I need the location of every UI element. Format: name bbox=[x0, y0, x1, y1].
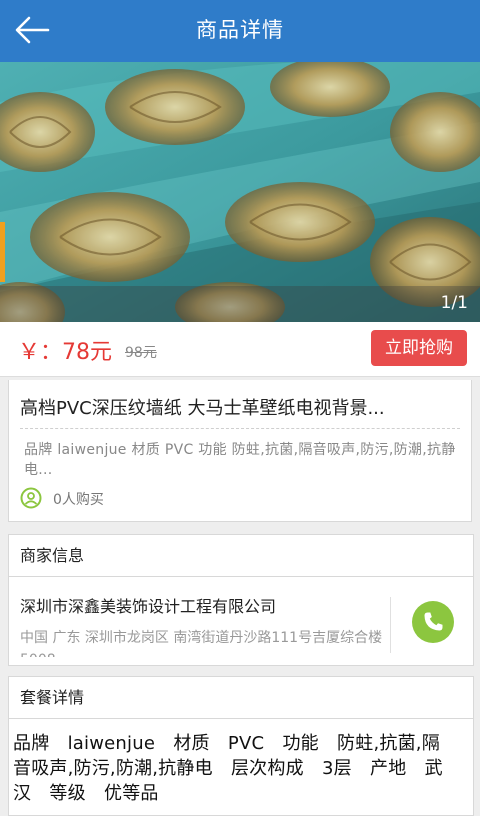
merchant-section-heading: 商家信息 bbox=[9, 535, 473, 577]
merchant-address: 中国 广东 深圳市龙岗区 南湾街道丹沙路111号吉厦综合楼5008 bbox=[20, 630, 383, 657]
merchant-info-card: 商家信息 深圳市深鑫美装饰设计工程有限公司 中国 广东 深圳市龙岗区 南湾街道丹… bbox=[8, 534, 474, 666]
carousel-indicator: 1/1 bbox=[0, 286, 480, 322]
user-icon bbox=[20, 487, 42, 509]
buy-now-button[interactable]: 立即抢购 bbox=[371, 330, 467, 366]
product-info-card: 高档PVC深压纹墙纸 大马士革壁纸电视背景... 品牌 laiwenjue 材质… bbox=[8, 380, 472, 522]
vertical-divider bbox=[390, 597, 391, 653]
page-indicator-text: 1/1 bbox=[440, 293, 468, 313]
header-bar: 商品详情 bbox=[0, 0, 480, 62]
product-attributes: 品牌 laiwenjue 材质 PVC 功能 防蛀,抗菌,隔音吸声,防污,防潮,… bbox=[24, 442, 456, 478]
wallpaper-product-image bbox=[0, 62, 480, 322]
package-details-text: 品牌 laiwenjue 材质 PVC 功能 防蛀,抗菌,隔音吸声,防污,防潮,… bbox=[13, 733, 443, 804]
call-merchant-button[interactable] bbox=[412, 601, 454, 643]
dashed-divider bbox=[20, 428, 460, 429]
buyers-count: 0人购买 bbox=[53, 492, 104, 508]
package-section-heading: 套餐详情 bbox=[9, 677, 473, 719]
phone-icon bbox=[424, 612, 443, 631]
price-bar: ￥：78元 98元 立即抢购 bbox=[0, 322, 480, 377]
current-price: ￥：78元 bbox=[18, 340, 112, 365]
product-title: 高档PVC深压纹墙纸 大马士革壁纸电视背景... bbox=[20, 398, 385, 419]
original-price: 98元 bbox=[125, 345, 157, 361]
page-title: 商品详情 bbox=[196, 18, 284, 42]
product-image-carousel[interactable]: 1/1 bbox=[0, 62, 480, 322]
package-details-card: 套餐详情 品牌 laiwenjue 材质 PVC 功能 防蛀,抗菌,隔音吸声,防… bbox=[8, 676, 474, 816]
merchant-name: 深圳市深鑫美装饰设计工程有限公司 bbox=[20, 597, 277, 616]
